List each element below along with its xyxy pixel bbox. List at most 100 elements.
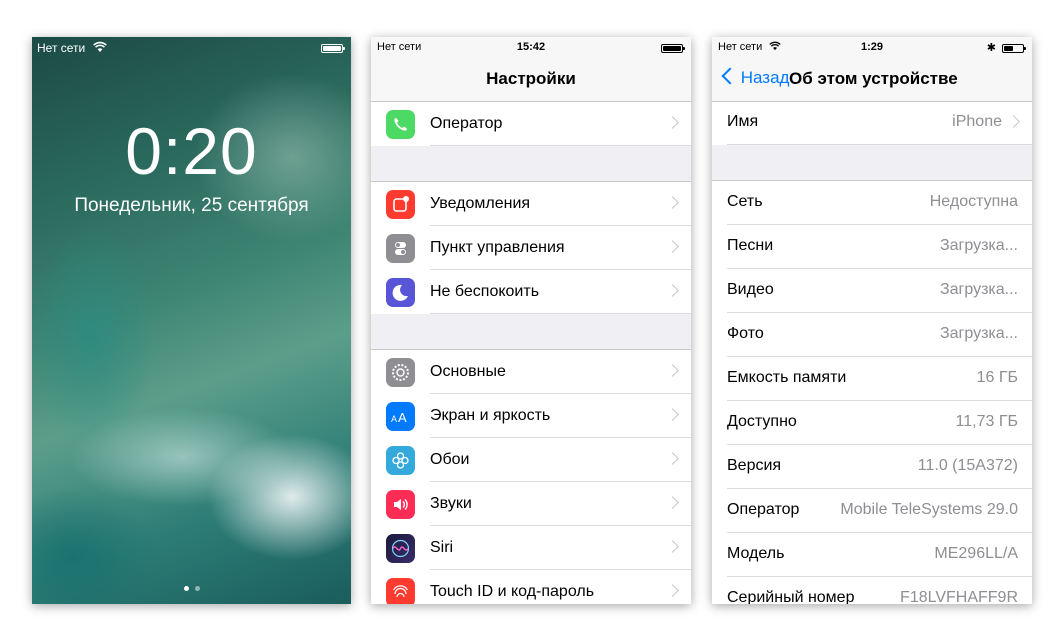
row-label: Версия [727,457,782,474]
chevron-right-icon [666,116,679,129]
row-label: Оператор [727,501,800,518]
row-value: ME296LL/A [934,545,1018,562]
about-row-songs: Песни Загрузка... [712,225,1032,269]
about-row-version[interactable]: Версия 11.0 (15A372) [712,445,1032,489]
row-label: Имя [727,113,759,130]
about-row-photos: Фото Загрузка... [712,313,1032,357]
back-button[interactable]: Назад [720,67,790,88]
settings-item-touch-id[interactable]: Touch ID и код-пароль [371,570,691,604]
settings-item-label: Обои [430,451,470,468]
chevron-left-icon [721,67,739,85]
row-value: Недоступна [929,193,1018,210]
settings-item-do-not-disturb[interactable]: Не беспокоить [371,270,691,314]
about-row-carrier[interactable]: Оператор Mobile TeleSystems 29.0 [712,489,1032,533]
status-bar: Нет сети 1:29 ✱ [718,41,1026,55]
settings-item-general[interactable]: Основные [371,350,691,394]
chevron-right-icon [666,284,679,297]
gear-icon [386,358,415,387]
status-time: 15:42 [516,41,546,53]
about-row-available: Доступно 11,73 ГБ [712,401,1032,445]
status-time: 1:29 [860,41,884,53]
settings-item-label: Пункт управления [430,239,565,256]
row-label: Фото [727,325,764,342]
svg-text:A: A [391,414,397,424]
settings-item-display[interactable]: AA Экран и яркость [371,394,691,438]
settings-item-label: Touch ID и код-пароль [430,583,595,600]
lock-screen[interactable]: Нет сети 0:20 Понедельник, 25 сентября [32,37,351,604]
notifications-icon [386,190,415,219]
row-value: F18LVFHAFF9R [900,589,1018,604]
row-value: iPhone [952,113,1002,130]
chevron-right-icon [666,240,679,253]
sounds-icon [386,490,415,519]
about-row-serial[interactable]: Серийный номер F18LVFHAFF9R [712,577,1032,604]
battery-icon [661,44,685,53]
navigation-bar-overlay: Нет сети 15:42 Настройки [371,37,691,102]
back-label: Назад [740,68,790,87]
about-row-capacity: Емкость памяти 16 ГБ [712,357,1032,401]
settings-item-label: Siri [430,539,454,556]
settings-item-label: Экран и яркость [430,407,551,424]
svg-text:A: A [398,410,407,425]
display-icon: AA [386,402,415,431]
row-label: Модель [727,545,785,562]
navigation-bar: Нет сети 1:29 ✱ Назад Об этом устройстве [712,37,1032,102]
chevron-right-icon [666,496,679,509]
battery-icon [321,44,345,53]
page-dot[interactable] [183,586,189,591]
page-title: Об этом устройстве [789,69,958,88]
row-value: Загрузка... [939,281,1018,298]
settings-item-label: Оператор [430,115,503,132]
row-value: Mobile TeleSystems 29.0 [840,501,1018,518]
settings-screen: Нет сети 15:42 Настройки Оператор Уведом… [371,37,691,604]
settings-item-label: Уведомления [430,195,531,212]
settings-item-control-center[interactable]: Пункт управления [371,226,691,270]
row-label: Песни [727,237,774,254]
row-value: 11,73 ГБ [955,413,1018,430]
row-label: Доступно [727,413,797,430]
row-label: Видео [727,281,774,298]
chevron-right-icon [1007,115,1020,128]
page-indicator[interactable] [32,578,351,596]
settings-item-notifications[interactable]: Уведомления [371,182,691,226]
lock-date: Понедельник, 25 сентября [74,195,309,216]
row-value: 11.0 (15A372) [917,457,1018,474]
row-value: 16 ГБ [976,369,1018,386]
battery-icon [1002,44,1026,53]
status-bar: Нет сети [37,41,345,57]
settings-item-label: Основные [430,363,506,380]
chevron-right-icon [666,196,679,209]
group-separator [371,314,691,350]
fingerprint-icon [386,578,415,604]
carrier-label: Нет сети [37,41,107,55]
page-dot[interactable] [194,586,200,591]
chevron-right-icon [666,540,679,553]
status-bar: Нет сети 15:42 [377,41,685,55]
about-screen: Имя iPhone Сеть Недоступна Песни Загрузк… [712,37,1032,604]
row-value: Загрузка... [939,237,1018,254]
chevron-right-icon [666,452,679,465]
chevron-right-icon [666,408,679,421]
settings-item-sounds[interactable]: Звуки [371,482,691,526]
siri-icon [386,534,415,563]
lock-time: 0:20 [125,114,258,188]
wallpaper-icon [386,446,415,475]
about-list: Имя iPhone Сеть Недоступна Песни Загрузк… [712,101,1032,604]
about-row-model[interactable]: Модель ME296LL/A [712,533,1032,577]
row-label: Серийный номер [727,589,855,604]
group-separator [371,146,691,182]
control-center-icon [386,234,415,263]
row-label: Сеть [727,193,763,210]
settings-item-siri[interactable]: Siri [371,526,691,570]
group-separator [712,145,1032,181]
bluetooth-icon: ✱ [986,42,996,54]
settings-item-wallpaper[interactable]: Обои [371,438,691,482]
settings-item-operator[interactable]: Оператор [371,102,691,146]
settings-item-label: Звуки [430,495,472,512]
chevron-right-icon [666,364,679,377]
wifi-icon [92,41,107,52]
about-row-name[interactable]: Имя iPhone [712,101,1032,145]
settings-list: Оператор Уведомления Пункт управления Не… [371,74,691,604]
row-value: Загрузка... [939,325,1018,342]
phone-icon [386,110,415,139]
